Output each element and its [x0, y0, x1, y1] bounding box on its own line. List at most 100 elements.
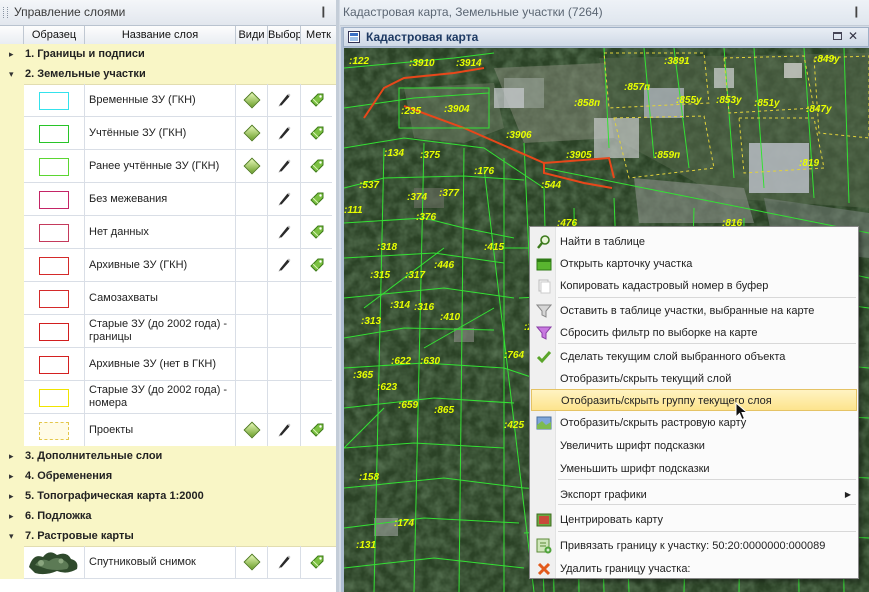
menu-item-11[interactable]: Уменьшить шрифт подсказки — [531, 458, 857, 480]
layer-group-7[interactable]: ▾ 7. Растровые карты — [0, 526, 336, 547]
selectable-pen-icon[interactable] — [277, 423, 292, 438]
label-tag-icon[interactable] — [309, 257, 325, 273]
visible-toggle-icon[interactable] — [243, 124, 260, 142]
layer-style-swatch — [39, 158, 69, 176]
menu-item-2[interactable]: Открыть карточку участка — [531, 253, 857, 275]
parcel-number-label: :315 — [370, 270, 390, 281]
map-panel-title-bar: Кадастровая карта, Земельные участки (72… — [340, 0, 869, 26]
layer-row[interactable]: Спутниковый снимок — [0, 546, 336, 579]
parcel-number-label: :374 — [407, 192, 427, 203]
layer-group-4[interactable]: ▸ 4. Обременения — [0, 466, 336, 487]
menu-item-10[interactable]: Увеличить шрифт подсказки — [531, 435, 857, 457]
layer-group-6[interactable]: ▸ 6. Подложка — [0, 506, 336, 527]
parcel-number-label: :3914 — [456, 58, 482, 69]
expand-arrow-icon[interactable]: ▾ — [9, 526, 14, 546]
selectable-pen-icon[interactable] — [277, 93, 292, 108]
selectable-pen-icon[interactable] — [277, 192, 292, 207]
expand-arrow-icon[interactable]: ▸ — [9, 466, 14, 486]
menu-item-label: Найти в таблице — [560, 236, 646, 248]
visible-toggle-icon[interactable] — [243, 91, 260, 109]
layer-group-5[interactable]: ▸ 5. Топографическая карта 1:2000 — [0, 486, 336, 507]
parcel-number-label: :3905 — [566, 150, 592, 161]
label-tag-icon[interactable] — [309, 158, 325, 174]
layer-group-label: 5. Топографическая карта 1:2000 — [25, 490, 204, 502]
expand-arrow-icon[interactable]: ▸ — [9, 506, 14, 526]
layer-group-1[interactable]: ▸ 1. Границы и подписи — [0, 44, 336, 65]
visible-toggle-icon[interactable] — [243, 157, 260, 175]
menu-item-7[interactable]: Отобразить/скрыть текущий слой — [531, 368, 857, 390]
label-tag-icon[interactable] — [309, 191, 325, 207]
layer-style-swatch — [39, 257, 69, 275]
label-tag-icon[interactable] — [309, 554, 325, 570]
link-border-icon — [536, 538, 552, 554]
layer-row[interactable]: Нет данных — [0, 216, 336, 249]
layer-row[interactable]: Старые ЗУ (до 2002 года) - номера — [0, 381, 336, 414]
mouse-cursor-icon — [735, 402, 749, 421]
close-window-icon[interactable]: ✕ — [848, 29, 858, 43]
selectable-pen-icon[interactable] — [277, 159, 292, 174]
filter-reset-icon — [536, 326, 552, 340]
menu-item-1[interactable]: Найти в таблице — [531, 231, 857, 253]
header-select[interactable]: Выбор — [268, 26, 301, 44]
layer-row[interactable]: Самозахваты — [0, 282, 336, 315]
header-visible[interactable]: Види — [236, 26, 268, 44]
menu-item-5[interactable]: Сбросить фильтр по выборке на карте — [531, 322, 857, 344]
header-sample[interactable]: Образец — [24, 26, 85, 44]
layer-row[interactable]: Ранее учтённые ЗУ (ГКН) — [0, 150, 336, 183]
menu-item-label: Копировать кадастровый номер в буфер — [560, 280, 769, 292]
panel-grip-icon[interactable] — [3, 7, 8, 18]
checkmark-icon — [536, 351, 552, 364]
layer-style-swatch — [39, 323, 69, 341]
layer-group-label: 1. Границы и подписи — [25, 48, 145, 60]
parcel-number-label: :376 — [416, 212, 436, 223]
restore-window-icon[interactable] — [833, 32, 842, 40]
layer-name: Спутниковый снимок — [89, 546, 232, 578]
header-labels[interactable]: Метк — [301, 26, 336, 44]
parcel-number-label: :622 — [391, 356, 411, 367]
header-expand-col — [0, 26, 24, 44]
visible-toggle-icon[interactable] — [243, 553, 260, 571]
layer-manager-title: Управление слоями — [14, 5, 126, 19]
expand-arrow-icon[interactable]: ▸ — [9, 486, 14, 506]
visible-toggle-icon[interactable] — [243, 421, 260, 439]
menu-item-9[interactable]: Отобразить/скрыть растровую карту — [531, 412, 857, 434]
menu-item-8[interactable]: Отобразить/скрыть группу текущего слоя — [531, 389, 857, 411]
label-tag-icon[interactable] — [309, 224, 325, 240]
menu-item-12[interactable]: Экспорт графики ▶ — [531, 484, 857, 506]
selectable-pen-icon[interactable] — [277, 126, 292, 141]
layer-row[interactable]: Без межевания — [0, 183, 336, 216]
delete-icon — [537, 562, 551, 576]
layer-group-3[interactable]: ▸ 3. Дополнительные слои — [0, 446, 336, 467]
pin-icon[interactable]: ❙ — [319, 0, 328, 25]
menu-item-6[interactable]: Сделать текущим слой выбранного объекта — [531, 346, 857, 368]
pin-icon[interactable]: ❙ — [852, 0, 861, 25]
selectable-pen-icon[interactable] — [277, 258, 292, 273]
menu-item-14[interactable]: Привязать границу к участку: 50:20:00000… — [531, 535, 857, 557]
parcel-number-label: :415 — [484, 242, 504, 253]
layer-name-text: Ранее учтённые ЗУ (ГКН) — [89, 159, 220, 172]
menu-item-label: Уменьшить шрифт подсказки — [560, 463, 710, 475]
label-tag-icon[interactable] — [309, 125, 325, 141]
header-layer-name[interactable]: Название слоя — [85, 26, 236, 44]
expand-arrow-icon[interactable]: ▸ — [9, 44, 14, 64]
label-tag-icon[interactable] — [309, 92, 325, 108]
layer-row[interactable]: Архивные ЗУ (нет в ГКН) — [0, 348, 336, 381]
layer-row[interactable]: Старые ЗУ (до 2002 года) - границы — [0, 315, 336, 348]
expand-arrow-icon[interactable]: ▸ — [9, 446, 14, 466]
panel-splitter[interactable] — [336, 0, 339, 592]
layer-group-2[interactable]: ▾ 2. Земельные участки — [0, 64, 336, 85]
selectable-pen-icon[interactable] — [277, 225, 292, 240]
label-tag-icon[interactable] — [309, 422, 325, 438]
menu-item-3[interactable]: Копировать кадастровый номер в буфер — [531, 275, 857, 297]
layer-row[interactable]: Проекты — [0, 414, 336, 447]
menu-item-15[interactable]: Удалить границу участка: — [531, 558, 857, 580]
layer-style-swatch — [39, 290, 69, 308]
layer-row[interactable]: Временные ЗУ (ГКН) — [0, 84, 336, 117]
parcel-number-label: :176 — [474, 166, 494, 177]
menu-item-4[interactable]: Оставить в таблице участки, выбранные на… — [531, 300, 857, 322]
layer-row[interactable]: Архивные ЗУ (ГКН) — [0, 249, 336, 282]
layer-row[interactable]: Учтённые ЗУ (ГКН) — [0, 117, 336, 150]
menu-item-13[interactable]: Центрировать карту — [531, 509, 857, 531]
selectable-pen-icon[interactable] — [277, 555, 292, 570]
expand-arrow-icon[interactable]: ▾ — [9, 64, 14, 84]
